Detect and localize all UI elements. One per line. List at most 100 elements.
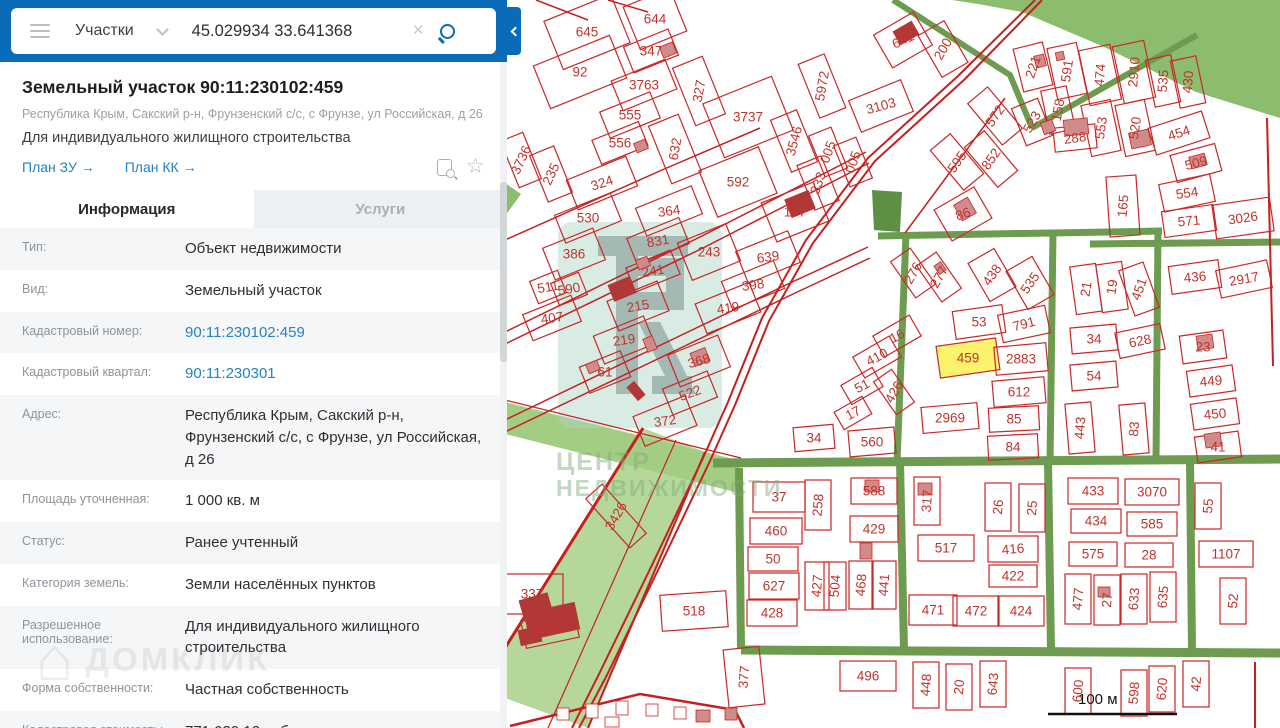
row-value: 771 039,12 руб.	[185, 721, 485, 728]
parcel-label: 25	[1024, 500, 1040, 516]
parcel-label: 288	[1063, 129, 1087, 147]
collapse-panel-button[interactable]	[507, 7, 521, 55]
parcel-label: 556	[609, 136, 632, 151]
cadastral-map-svg[interactable]: 645 644 347 92 3763 555 556 327 3737 5972 3103 3736…	[499, 0, 1280, 728]
plan-zu-link[interactable]: План ЗУ →	[22, 159, 95, 175]
row-label: Вид:	[22, 281, 49, 296]
table-row: Кадастровый квартал: 90:11:230301	[0, 353, 507, 395]
parcel-label: 451	[1128, 276, 1150, 302]
parcel-label: 377	[736, 665, 753, 689]
parcel-label: 433	[1082, 484, 1105, 499]
parcel-label: 575	[1082, 547, 1105, 562]
parcel-label: 1107	[1211, 547, 1240, 562]
parcel-label: 416	[1001, 541, 1025, 558]
scrollbar-thumb[interactable]	[500, 182, 507, 362]
parcel-label: 3737	[733, 110, 763, 125]
search-input[interactable]	[191, 21, 407, 41]
map-canvas[interactable]: 645 644 347 92 3763 555 556 327 3737 5972 3103 3736…	[499, 0, 1280, 728]
search-icon[interactable]	[439, 23, 455, 39]
building	[585, 703, 599, 719]
parcel-label: 84	[1005, 440, 1021, 455]
parcel-label: 472	[965, 604, 988, 619]
info-table: Тип: Объект недвижимости Вид: Земельный уча…	[0, 228, 507, 728]
cadastral-map-app: Участки × Земельный участок 90:11:230102…	[0, 0, 1280, 728]
parcel-label: 419	[716, 299, 740, 317]
menu-icon[interactable]	[30, 20, 50, 42]
parcel-label: 530	[577, 211, 600, 226]
plan-kk-link[interactable]: План КК →	[125, 159, 197, 175]
parcel-label: 459	[957, 351, 980, 366]
parcel-label: 553	[1092, 116, 1110, 140]
parcel-label: 3103	[865, 95, 898, 117]
object-address: Республика Крым, Сакский р-н, Фрунзенски…	[22, 107, 483, 121]
row-value: Объект недвижимости	[185, 240, 342, 257]
parcel-label: 42	[1188, 676, 1204, 692]
parcel-label: 645	[576, 25, 599, 40]
layer-type-dropdown[interactable]: Участки	[75, 22, 169, 40]
row-value-link[interactable]: 90:11:230301	[185, 363, 485, 385]
parcel-label: 26	[990, 499, 1006, 515]
parcel-label: 509	[1183, 153, 1209, 173]
parcel-label: 434	[1085, 514, 1108, 529]
parcel-label: 407	[540, 309, 564, 327]
parcel-label: 258	[810, 493, 827, 517]
building	[604, 716, 620, 728]
row-label: Площадь уточненная:	[22, 492, 150, 507]
parcel-label: 5972	[812, 70, 832, 102]
page-title: Земельный участок 90:11:230102:459	[22, 77, 344, 97]
parcel-label: 535	[1017, 269, 1042, 296]
search-bar: Участки ×	[0, 0, 507, 62]
info-panel: Участки × Земельный участок 90:11:230102…	[0, 0, 507, 728]
parcel-label: 347	[640, 44, 663, 59]
parcel-label: 585	[1141, 517, 1164, 532]
parcel-label: 520	[1126, 116, 1144, 140]
parcel-label: 2969	[935, 411, 965, 426]
parcel-label: 560	[861, 435, 884, 450]
svg-text:ЦЕНТР: ЦЕНТР	[556, 448, 651, 476]
parcel-label: 52	[1225, 593, 1241, 609]
building	[673, 706, 687, 720]
parcel-label: 53	[971, 315, 986, 330]
row-value: 1 000 кв. м	[185, 492, 260, 510]
parcel-label: 50	[765, 552, 780, 567]
table-row: Вид: Земельный участок	[0, 270, 507, 312]
tab-bar: Информация Услуги	[0, 190, 507, 228]
parcel-label: 51	[852, 376, 872, 396]
parcel-label: 005	[817, 139, 839, 165]
table-row: Тип: Объект недвижимости	[0, 228, 507, 270]
parcel-label: 41	[1210, 440, 1225, 455]
parcel-label: 85	[1006, 412, 1021, 427]
tab-services[interactable]: Услуги	[253, 190, 507, 228]
row-label: Кадастровая стоимость:	[22, 721, 185, 728]
row-label: Тип:	[22, 240, 47, 254]
parcel-label: 333	[807, 170, 829, 196]
parcel-label: 592	[727, 175, 750, 190]
favorite-star-icon[interactable]: ☆	[466, 156, 485, 177]
document-search-icon[interactable]	[437, 158, 456, 178]
tab-information[interactable]: Информация	[0, 190, 254, 228]
parcel-label: 165	[1115, 194, 1132, 218]
clear-search-icon[interactable]: ×	[413, 20, 424, 42]
parcel-label: 243	[698, 245, 721, 260]
parcel-label: 598	[1126, 681, 1143, 705]
parcel-label: 83	[1126, 421, 1142, 437]
parcel-label: 34	[806, 431, 822, 446]
parcel-label: 628	[1127, 331, 1152, 350]
parcel-label: 644	[644, 12, 667, 27]
parcel-label: 448	[918, 673, 935, 697]
parcel-label: 3763	[629, 78, 659, 93]
parcel-label: 372	[653, 412, 677, 430]
parcel-label: 460	[765, 524, 788, 539]
parcel-label: 34	[1086, 332, 1102, 347]
row-label: Разрешенное использование:	[22, 617, 113, 646]
parcel-label: 158	[1049, 98, 1068, 123]
parcel-label: 620	[1154, 677, 1171, 701]
row-label: Форма собственности:	[22, 681, 154, 695]
row-value-link[interactable]: 90:11:230102:459	[185, 322, 485, 344]
row-label: Кадастровый номер:	[22, 323, 143, 338]
panel-scrollbar[interactable]	[500, 62, 507, 728]
parcel-label: 535	[1155, 69, 1172, 93]
parcel-label: 468	[853, 573, 870, 597]
parcel-label: 317	[919, 489, 936, 513]
parcel-label: 19	[1104, 279, 1121, 296]
